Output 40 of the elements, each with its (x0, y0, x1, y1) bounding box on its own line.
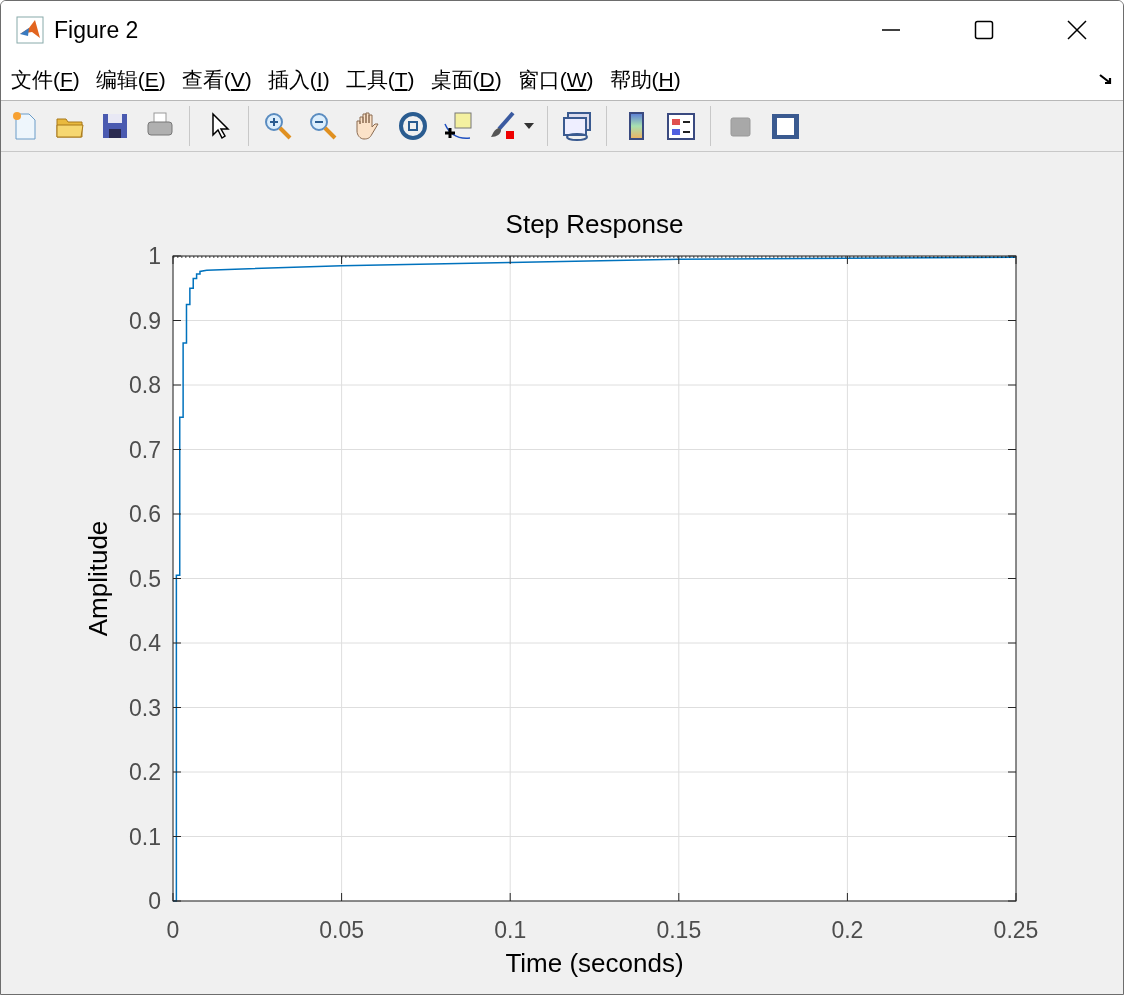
y-axis-label: Amplitude (83, 520, 113, 637)
menu-item[interactable]: 帮助(H) (609, 65, 681, 94)
menu-item[interactable]: 插入(I) (267, 65, 330, 94)
data-cursor-icon[interactable] (442, 110, 474, 142)
close-icon (1066, 20, 1087, 40)
x-tick-label: 0.1 (494, 917, 527, 943)
y-tick-label: 0 (148, 888, 161, 914)
chart-title: Step Response (505, 209, 684, 239)
x-tick-label: 0.2 (831, 917, 864, 943)
menu-item[interactable]: 编辑(E) (95, 65, 166, 94)
x-tick-label: 0.25 (993, 917, 1039, 943)
maximize-icon (973, 20, 994, 40)
y-tick-label: 0.6 (129, 501, 161, 527)
menu-item[interactable]: 桌面(D) (430, 65, 502, 94)
y-tick-label: 0.9 (129, 307, 161, 334)
y-tick-label: 0.7 (129, 436, 161, 463)
y-tick-label: 0.5 (129, 565, 161, 592)
zoom-in-icon[interactable] (262, 110, 294, 142)
x-tick-label: 0.15 (656, 917, 702, 943)
y-tick-label: 0.8 (129, 372, 161, 398)
zoom-out-icon[interactable] (307, 110, 339, 142)
x-axis-label: Time (seconds) (505, 948, 684, 978)
x-tick-label: 0.05 (319, 917, 364, 943)
dock-arrow-icon[interactable] (1099, 73, 1113, 86)
caret-icon[interactable] (524, 123, 534, 129)
x-tick-label: 0 (166, 917, 180, 943)
legend-icon[interactable] (665, 110, 697, 142)
menu-item[interactable]: 查看(V) (181, 65, 252, 94)
linked-windows-icon[interactable] (561, 110, 593, 142)
menu-item[interactable]: 文件(F) (11, 65, 80, 94)
rotate-icon[interactable] (397, 110, 429, 142)
y-tick-label: 0.2 (129, 759, 161, 785)
y-tick-label: 0.4 (129, 630, 161, 656)
menu-item[interactable]: 窗口(W) (517, 65, 594, 94)
y-tick-label: 0.1 (129, 823, 161, 850)
y-tick-label: 0.3 (129, 694, 161, 721)
y-tick-label: 1 (148, 243, 161, 269)
minimize-icon (881, 29, 900, 31)
window-title: Figure 2 (54, 16, 139, 44)
menu-item[interactable]: 工具(T) (345, 65, 415, 94)
